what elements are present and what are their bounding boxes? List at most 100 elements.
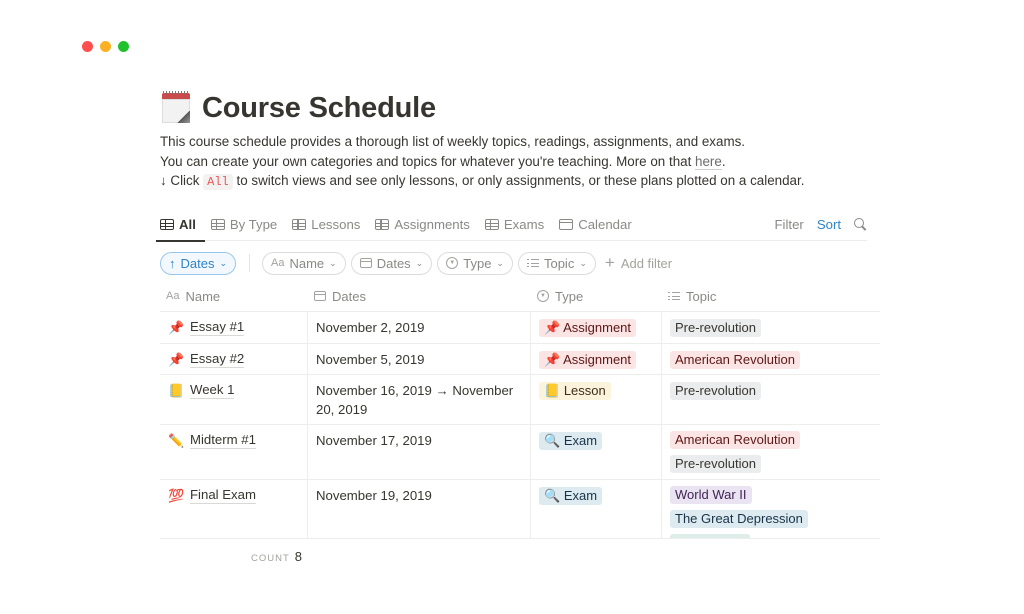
pill-label: Dates — [376, 255, 411, 271]
topic-cell[interactable]: American Revolution Pre-revolution — [662, 425, 880, 479]
dates-cell[interactable]: November 2, 2019 — [308, 312, 531, 343]
topic-cell[interactable]: Pre-revolution — [662, 375, 880, 424]
text-property-icon: Aa — [166, 290, 180, 302]
table-row[interactable]: ✏️ Midterm #1 November 17, 2019 🔍 Exam Am… — [160, 425, 880, 480]
row-title[interactable]: Final Exam — [190, 486, 256, 504]
topic-tag — [670, 534, 750, 538]
magnifier-icon: 🔍 — [544, 433, 561, 448]
arrow-up-icon: ↑ — [169, 255, 176, 271]
pushpin-icon: 📌 — [544, 320, 561, 335]
row-title[interactable]: Essay #1 — [190, 318, 245, 336]
tab-all[interactable]: All — [156, 208, 205, 242]
page-description: This course schedule provides a thorough… — [160, 132, 880, 193]
filter-name-pill[interactable]: Aa Name ⌄ — [262, 251, 346, 275]
notebook-icon: 📒 — [168, 383, 185, 398]
table-row[interactable]: 📌 Essay #2 November 5, 2019 📌 Assignment … — [160, 344, 880, 375]
row-title[interactable]: Week 1 — [190, 381, 235, 399]
topic-tag: Pre-revolution — [670, 319, 761, 337]
column-header-type[interactable]: ▼ Type — [531, 281, 662, 311]
column-header-dates[interactable]: Dates — [308, 281, 531, 311]
select-property-icon: ▼ — [537, 290, 549, 302]
filter-dates-pill[interactable]: Dates ⌄ — [350, 251, 433, 275]
page-header: Course Schedule — [160, 88, 880, 128]
name-cell[interactable]: 📌 Essay #1 — [160, 312, 308, 343]
table-header: Aa Name Dates ▼ Type Topic — [160, 281, 880, 312]
name-cell[interactable]: ✏️ Midterm #1 — [160, 425, 308, 479]
topic-tag: Pre-revolution — [670, 455, 761, 473]
minimize-window-button[interactable] — [100, 41, 111, 52]
name-cell[interactable]: 💯 Final Exam — [160, 480, 308, 538]
dates-cell[interactable]: November 17, 2019 — [308, 425, 531, 479]
type-cell[interactable]: 📌 Assignment — [531, 344, 662, 374]
column-header-name[interactable]: Aa Name — [160, 281, 308, 311]
type-tag: 📌 Assignment — [539, 351, 637, 369]
topic-tag: World War II — [670, 486, 752, 504]
type-cell[interactable]: 📒 Lesson — [531, 375, 662, 424]
table-icon — [210, 218, 225, 230]
tab-assignments[interactable]: Assignments — [375, 208, 470, 241]
tab-calendar[interactable]: Calendar — [559, 208, 632, 241]
column-label: Name — [185, 288, 221, 304]
column-label: Topic — [686, 288, 717, 304]
close-window-button[interactable] — [82, 41, 93, 52]
topic-tag: The Great Depression — [670, 510, 808, 528]
tag-label: Exam — [563, 433, 598, 448]
table-row[interactable]: 📌 Essay #1 November 2, 2019 📌 Assignment … — [160, 312, 880, 344]
plus-icon: + — [604, 253, 615, 272]
description-line-3: ↓ Click All to switch views and see only… — [160, 171, 880, 193]
topic-cell[interactable]: American Revolution — [662, 344, 880, 374]
row-title[interactable]: Essay #2 — [190, 350, 245, 368]
window-controls — [82, 41, 129, 52]
description-text: to switch views and see only lessons, or… — [232, 173, 805, 188]
filter-type-pill[interactable]: ▼ Type ⌄ — [437, 251, 513, 275]
view-actions: Filter Sort — [775, 217, 868, 232]
description-line-2: You can create your own categories and t… — [160, 152, 880, 172]
dates-cell[interactable]: November 19, 2019 — [308, 480, 531, 538]
tab-exams[interactable]: Exams — [484, 208, 544, 241]
calendar-icon[interactable] — [160, 91, 192, 125]
calendar-icon — [314, 291, 326, 301]
type-cell[interactable]: 🔍 Exam — [531, 425, 662, 479]
tab-label: Lessons — [311, 216, 361, 232]
topic-tag: Pre-revolution — [670, 382, 761, 400]
type-cell[interactable]: 📌 Assignment — [531, 312, 662, 343]
search-icon[interactable] — [854, 217, 867, 231]
column-label: Type — [555, 288, 584, 304]
dates-cell[interactable]: November 16, 2019 → November 20, 2019 — [308, 375, 531, 424]
column-header-topic[interactable]: Topic — [662, 281, 880, 311]
pill-label: Type — [463, 255, 492, 271]
topic-tag: American Revolution — [670, 351, 800, 369]
type-cell[interactable]: 🔍 Exam — [531, 480, 662, 538]
table-row[interactable]: 📒 Week 1 November 16, 2019 → November 20,… — [160, 375, 880, 425]
sort-button[interactable]: Sort — [817, 217, 841, 232]
topic-cell[interactable]: World War II The Great Depression — [662, 480, 880, 538]
column-label: Dates — [332, 288, 366, 304]
count-value: 8 — [294, 549, 303, 564]
chevron-down-icon: ⌄ — [579, 257, 587, 268]
chevron-down-icon: ⌄ — [329, 257, 337, 268]
magnifier-icon: 🔍 — [544, 488, 561, 503]
row-title[interactable]: Midterm #1 — [190, 431, 256, 449]
add-filter-label: Add filter — [620, 255, 673, 271]
filter-button[interactable]: Filter — [775, 217, 804, 232]
tag-label: Lesson — [563, 383, 606, 398]
tag-label: Exam — [563, 488, 598, 503]
tab-by-type[interactable]: By Type — [210, 208, 277, 241]
name-cell[interactable]: 📒 Week 1 — [160, 375, 308, 424]
table-row[interactable]: 💯 Final Exam November 19, 2019 🔍 Exam Wor… — [160, 480, 880, 539]
add-filter-button[interactable]: + Add filter — [605, 253, 672, 273]
maximize-window-button[interactable] — [118, 41, 129, 52]
filter-topic-pill[interactable]: Topic ⌄ — [517, 251, 596, 275]
here-link[interactable]: here — [695, 153, 722, 170]
page-content: Course Schedule This course schedule pro… — [156, 88, 880, 539]
topic-tag: American Revolution — [670, 431, 800, 449]
sort-dates-pill[interactable]: ↑ Dates ⌄ — [160, 251, 237, 275]
tab-label: Calendar — [578, 216, 632, 232]
dates-cell[interactable]: November 5, 2019 — [308, 344, 531, 374]
description-text: You can create your own categories and t… — [160, 153, 696, 169]
name-cell[interactable]: 📌 Essay #2 — [160, 344, 308, 374]
topic-cell[interactable]: Pre-revolution — [662, 312, 880, 343]
calendar-icon — [559, 218, 574, 230]
table-footer-count: COUNT 8 — [251, 549, 302, 564]
tab-lessons[interactable]: Lessons — [292, 208, 360, 241]
